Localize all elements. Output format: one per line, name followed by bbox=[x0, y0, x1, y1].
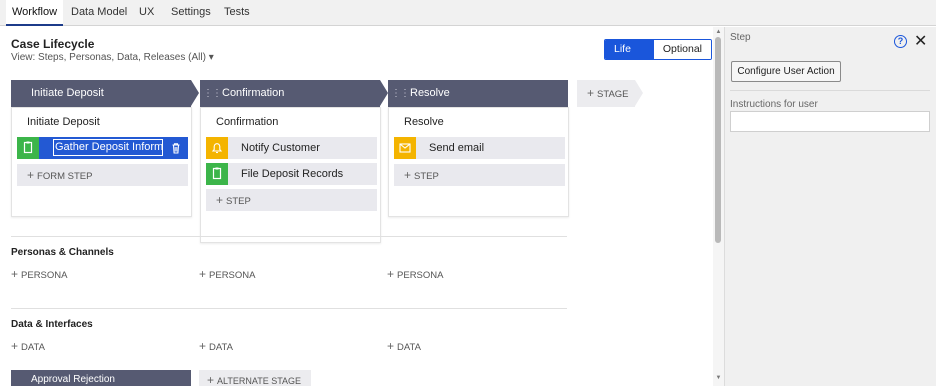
lifecycle-toggle: Life cycle Optional bbox=[604, 39, 712, 60]
step-gather-deposit-information[interactable]: Gather Deposit Informa bbox=[17, 137, 188, 159]
add-form-step-label: FORM STEP bbox=[37, 171, 93, 182]
step-label: Notify Customer bbox=[241, 142, 320, 154]
stage-arrow bbox=[380, 80, 388, 106]
workflow-canvas: Case Lifecycle View: Steps, Personas, Da… bbox=[0, 27, 712, 386]
add-alternate-stage-label: ALTERNATE STAGE bbox=[217, 376, 302, 386]
stage-card-initiate-deposit: Initiate Deposit Gather Deposit Informa … bbox=[11, 107, 192, 217]
plus-icon: + bbox=[216, 193, 224, 207]
step-name-input[interactable]: Gather Deposit Informa bbox=[53, 139, 163, 156]
add-stage-label: STAGE bbox=[597, 89, 629, 100]
add-data-button[interactable]: + DATA bbox=[199, 339, 233, 353]
help-icon[interactable]: ? bbox=[894, 35, 907, 48]
chevron-down-icon: ▾ bbox=[208, 52, 214, 63]
plus-icon: + bbox=[207, 373, 215, 386]
lifecycle-toggle-button[interactable]: Life cycle bbox=[605, 40, 654, 59]
configure-user-action-button[interactable]: Configure User Action bbox=[731, 61, 841, 82]
trash-icon[interactable] bbox=[169, 141, 183, 155]
data-section-title: Data & Interfaces bbox=[11, 319, 93, 330]
add-persona-button[interactable]: + PERSONA bbox=[199, 267, 255, 281]
scroll-up-icon[interactable]: ▲ bbox=[714, 28, 723, 36]
form-icon bbox=[17, 137, 39, 159]
plus-icon: + bbox=[404, 168, 412, 182]
tab-workflow[interactable]: Workflow bbox=[6, 0, 64, 26]
page-title: Case Lifecycle bbox=[11, 37, 95, 51]
add-persona-button[interactable]: + PERSONA bbox=[11, 267, 67, 281]
tab-ux[interactable]: UX bbox=[133, 0, 160, 26]
step-label: Send email bbox=[429, 142, 485, 154]
stage-arrow bbox=[191, 80, 199, 106]
panel-title: Step bbox=[730, 32, 751, 43]
stage-header-initiate-deposit[interactable]: Initiate Deposit bbox=[11, 80, 199, 109]
step-label: File Deposit Records bbox=[241, 168, 344, 180]
scroll-down-icon[interactable]: ▼ bbox=[714, 374, 723, 382]
view-selector-label: View: Steps, Personas, Data, Releases (A… bbox=[11, 52, 206, 63]
add-form-step-button[interactable]: + FORM STEP bbox=[17, 164, 188, 186]
tab-tests[interactable]: Tests bbox=[218, 0, 256, 26]
tab-settings[interactable]: Settings bbox=[165, 0, 217, 26]
plus-icon: + bbox=[199, 339, 207, 353]
stage-card-confirmation: Confirmation Notify Customer File Deposi… bbox=[200, 107, 381, 243]
instructions-label: Instructions for user bbox=[730, 99, 818, 110]
stage-name: Resolve bbox=[410, 87, 450, 99]
personas-section-title: Personas & Channels bbox=[11, 247, 114, 258]
add-alternate-stage-button[interactable]: + ALTERNATE STAGE bbox=[199, 370, 311, 386]
add-step-label: STEP bbox=[226, 196, 251, 207]
add-data-button[interactable]: + DATA bbox=[11, 339, 45, 353]
bell-icon bbox=[206, 137, 228, 159]
plus-icon: + bbox=[199, 267, 207, 281]
plus-icon: + bbox=[11, 267, 19, 281]
stage-name: Confirmation bbox=[222, 87, 285, 99]
canvas-scrollbar[interactable]: ▲ ▼ bbox=[713, 27, 724, 386]
add-persona-label: PERSONA bbox=[397, 270, 444, 281]
instructions-input[interactable] bbox=[730, 111, 930, 132]
stage-header-confirmation[interactable]: ⋮⋮ Confirmation bbox=[200, 80, 388, 107]
plus-icon: + bbox=[27, 168, 35, 182]
scrollbar-thumb[interactable] bbox=[715, 37, 721, 243]
step-send-email[interactable]: Send email bbox=[394, 137, 565, 159]
add-stage-button[interactable]: + STAGE bbox=[577, 80, 643, 107]
add-persona-label: PERSONA bbox=[209, 270, 256, 281]
step-file-deposit-records[interactable]: File Deposit Records bbox=[206, 163, 377, 185]
drag-handle-icon[interactable]: ⋮⋮ bbox=[203, 80, 222, 107]
plus-icon: + bbox=[587, 86, 595, 100]
alternate-stage-approval-rejection[interactable]: Approval Rejection bbox=[11, 370, 191, 386]
stage-arrow bbox=[635, 80, 643, 106]
optional-toggle-button[interactable]: Optional bbox=[653, 40, 711, 59]
tab-data-model[interactable]: Data Model bbox=[65, 0, 133, 26]
section-divider bbox=[11, 308, 567, 309]
close-icon[interactable]: ✕ bbox=[914, 31, 927, 51]
top-tab-bar: Workflow Data Model UX Settings Tests bbox=[0, 0, 936, 26]
add-data-label: DATA bbox=[209, 342, 233, 353]
email-icon bbox=[394, 137, 416, 159]
panel-divider bbox=[730, 90, 930, 91]
add-step-button[interactable]: + STEP bbox=[206, 189, 377, 211]
stage-header-resolve[interactable]: ⋮⋮ Resolve bbox=[388, 80, 568, 109]
step-properties-panel: Step ? ✕ Configure User Action Instructi… bbox=[724, 27, 936, 386]
process-name: Confirmation bbox=[216, 116, 279, 128]
drag-handle-icon[interactable]: ⋮⋮ bbox=[391, 80, 410, 107]
add-data-label: DATA bbox=[21, 342, 45, 353]
process-name: Initiate Deposit bbox=[27, 116, 100, 128]
plus-icon: + bbox=[387, 339, 395, 353]
stage-name: Initiate Deposit bbox=[31, 87, 104, 99]
form-icon bbox=[206, 163, 228, 185]
add-persona-label: PERSONA bbox=[21, 270, 68, 281]
view-selector[interactable]: View: Steps, Personas, Data, Releases (A… bbox=[11, 52, 214, 63]
step-notify-customer[interactable]: Notify Customer bbox=[206, 137, 377, 159]
add-persona-button[interactable]: + PERSONA bbox=[387, 267, 443, 281]
add-step-label: STEP bbox=[414, 171, 439, 182]
stage-card-resolve: Resolve Send email + STEP bbox=[388, 107, 569, 217]
add-step-button[interactable]: + STEP bbox=[394, 164, 565, 186]
add-data-label: DATA bbox=[397, 342, 421, 353]
section-divider bbox=[11, 236, 567, 237]
plus-icon: + bbox=[11, 339, 19, 353]
process-name: Resolve bbox=[404, 116, 444, 128]
add-data-button[interactable]: + DATA bbox=[387, 339, 421, 353]
plus-icon: + bbox=[387, 267, 395, 281]
